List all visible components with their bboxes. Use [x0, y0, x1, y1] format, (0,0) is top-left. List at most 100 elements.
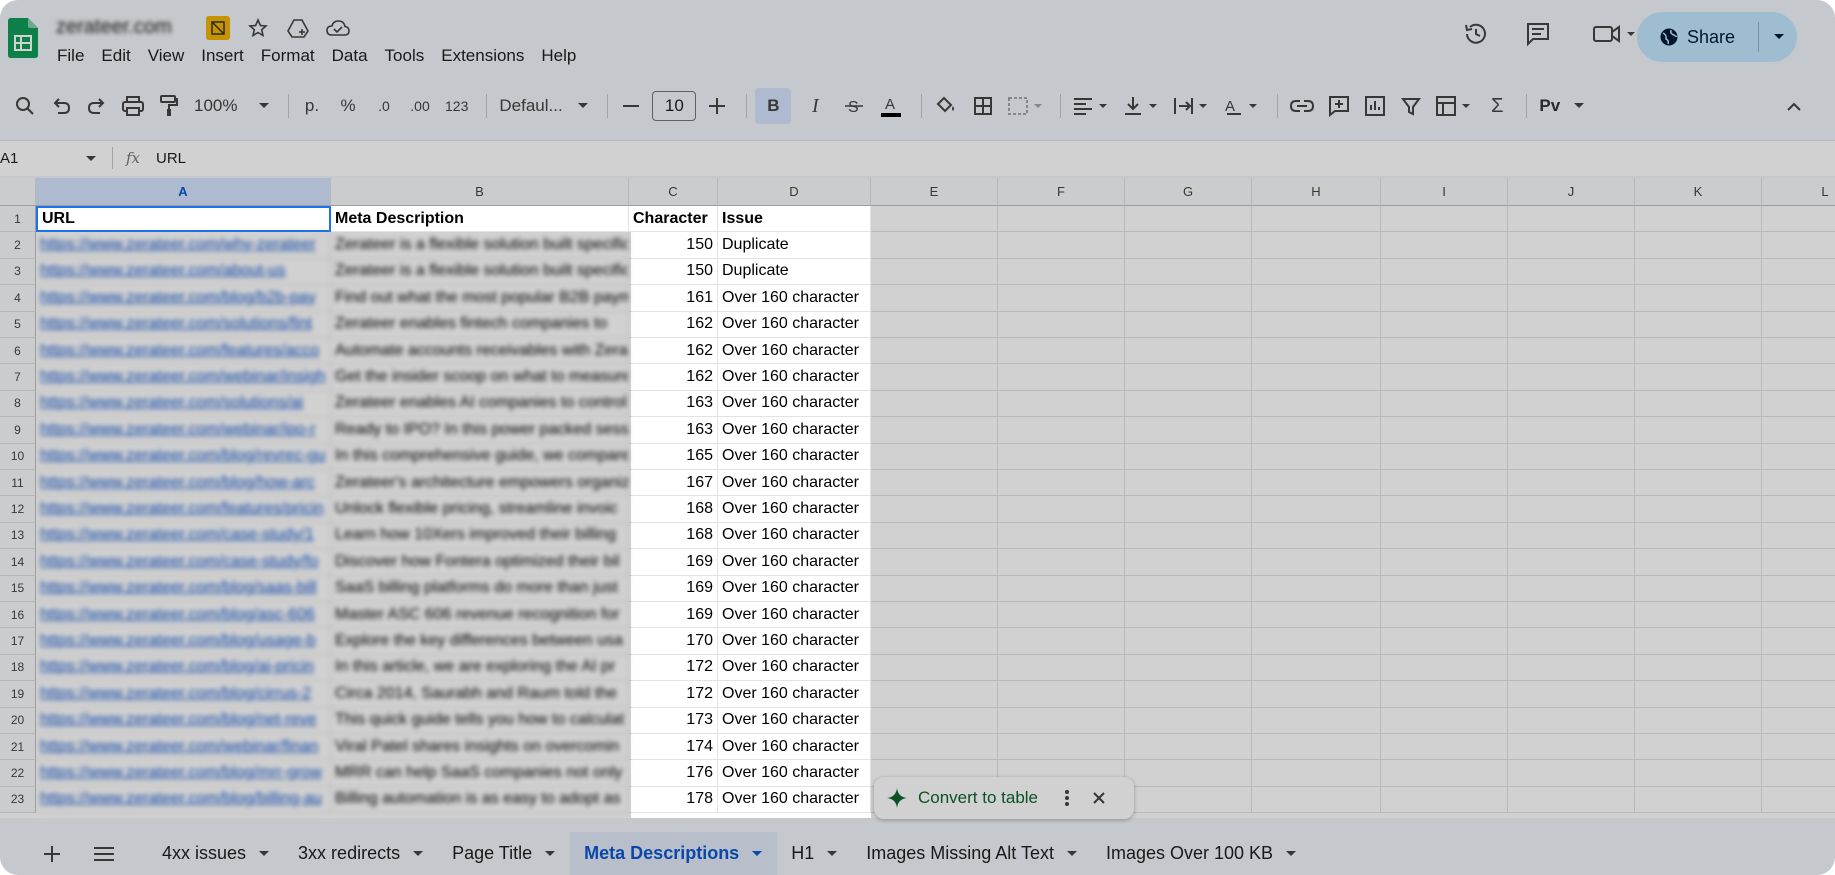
paint-format-icon[interactable]: [154, 88, 184, 124]
grid-cell[interactable]: [1381, 311, 1508, 338]
sheet-tab[interactable]: Images Missing Alt Text: [852, 832, 1092, 875]
url-cell[interactable]: https://www.zerateer.com/blog/revrec-gu: [36, 443, 331, 470]
sheet-tab[interactable]: Page Title: [438, 832, 570, 875]
column-header-l[interactable]: L: [1762, 178, 1835, 206]
format-currency-button[interactable]: р.: [297, 88, 327, 124]
grid-cell[interactable]: [871, 364, 998, 391]
character-count-cell[interactable]: 173: [629, 707, 718, 734]
spreadsheet-grid[interactable]: A B C D E F G H I J K L 1 2 3 4 5 6 7 8 9 10 11 12 13 14 15 16 17 18 1…: [0, 178, 1835, 818]
grid-cell[interactable]: [1635, 206, 1762, 233]
url-cell[interactable]: https://www.zerateer.com/blog/saas-bill: [36, 575, 331, 602]
row-header[interactable]: 5: [0, 311, 36, 338]
meta-description-cell[interactable]: Master ASC 606 revenue recognition for: [331, 602, 629, 629]
decrease-decimal-button[interactable]: .0: [369, 88, 399, 124]
grid-cell[interactable]: [1125, 654, 1252, 682]
add-sheet-icon[interactable]: [0, 832, 82, 875]
grid-cell[interactable]: [998, 258, 1125, 286]
url-cell[interactable]: https://www.zerateer.com/blog/how-arc: [36, 470, 331, 497]
grid-cell[interactable]: [1252, 258, 1381, 286]
url-cell[interactable]: https://www.zerateer.com/webinar/finan: [36, 734, 331, 761]
grid-cell[interactable]: [1381, 654, 1508, 682]
tab-menu-icon[interactable]: [258, 847, 270, 861]
tab-menu-icon[interactable]: [826, 847, 838, 861]
grid-cell[interactable]: [871, 549, 998, 576]
issue-cell[interactable]: Over 160 character: [718, 575, 871, 602]
grid-cell[interactable]: [1252, 522, 1381, 550]
grid-cell[interactable]: [1762, 681, 1835, 708]
grid-cell[interactable]: [871, 707, 998, 734]
character-count-cell[interactable]: 174: [629, 734, 718, 761]
row-header[interactable]: 8: [0, 390, 36, 418]
close-icon[interactable]: [1092, 791, 1106, 805]
grid-cell[interactable]: [998, 390, 1125, 418]
grid-cell[interactable]: [1381, 470, 1508, 497]
row-header[interactable]: 7: [0, 364, 36, 391]
character-count-cell[interactable]: 163: [629, 390, 718, 418]
grid-cell[interactable]: [998, 707, 1125, 734]
character-count-cell[interactable]: 176: [629, 760, 718, 787]
header-cell-character[interactable]: Character: [629, 206, 718, 233]
grid-cell[interactable]: [1381, 443, 1508, 470]
meta-description-cell[interactable]: In this comprehensive guide, we compare: [331, 443, 629, 470]
character-count-cell[interactable]: 169: [629, 549, 718, 576]
grid-cell[interactable]: [1762, 655, 1835, 682]
row-header[interactable]: 9: [0, 417, 36, 444]
url-cell[interactable]: https://www.zerateer.com/solutions/ai: [36, 390, 331, 418]
character-count-cell[interactable]: 162: [629, 338, 718, 365]
url-cell[interactable]: https://www.zerateer.com/webinar/ipo-r: [36, 417, 331, 444]
issue-cell[interactable]: Over 160 character: [718, 390, 871, 418]
grid-cell[interactable]: [871, 338, 998, 365]
row-header[interactable]: 13: [0, 522, 36, 550]
move-to-drive-icon[interactable]: [286, 16, 310, 40]
meta-description-cell[interactable]: SaaS billing platforms do more than just: [331, 575, 629, 602]
meta-description-cell[interactable]: Automate accounts receivables with Zerat: [331, 338, 629, 365]
row-header[interactable]: 4: [0, 285, 36, 312]
grid-cell[interactable]: [1762, 417, 1835, 444]
character-count-cell[interactable]: 168: [629, 522, 718, 550]
print-icon[interactable]: [118, 88, 148, 124]
grid-cell[interactable]: [998, 338, 1125, 365]
grid-cell[interactable]: [1762, 787, 1835, 814]
grid-cell[interactable]: [871, 522, 998, 550]
menu-tools[interactable]: Tools: [385, 46, 425, 66]
grid-cell[interactable]: [1762, 628, 1835, 655]
character-count-cell[interactable]: 162: [629, 311, 718, 338]
grid-cell[interactable]: [1635, 311, 1762, 338]
url-cell[interactable]: https://www.zerateer.com/why-zerateer: [36, 232, 331, 259]
grid-cell[interactable]: [1381, 206, 1508, 233]
bold-button[interactable]: B: [755, 88, 792, 124]
grid-cell[interactable]: [998, 364, 1125, 391]
character-count-cell[interactable]: 161: [629, 285, 718, 312]
meta-description-cell[interactable]: Learn how 10Xers improved their billing: [331, 522, 629, 550]
fill-color-icon[interactable]: [930, 88, 962, 124]
url-cell[interactable]: https://www.zerateer.com/features/acco: [36, 338, 331, 365]
tab-menu-icon[interactable]: [1066, 847, 1078, 861]
url-cell[interactable]: https://www.zerateer.com/about-us: [36, 258, 331, 286]
grid-cell[interactable]: [1381, 232, 1508, 259]
italic-button[interactable]: I: [797, 88, 833, 124]
grid-cell[interactable]: [1252, 311, 1381, 338]
grid-cell[interactable]: [998, 417, 1125, 444]
url-cell[interactable]: https://www.zerateer.com/case-study/fo: [36, 549, 331, 576]
functions-button[interactable]: Σ: [1482, 88, 1512, 124]
issue-cell[interactable]: Over 160 character: [718, 496, 871, 523]
grid-cell[interactable]: [1125, 628, 1252, 655]
text-rotation-icon[interactable]: A: [1219, 88, 1263, 124]
grid-cell[interactable]: [1252, 575, 1381, 602]
meta-description-cell[interactable]: Viral Patel shares insights on overcomin: [331, 734, 629, 761]
version-history-icon[interactable]: [1462, 20, 1490, 48]
grid-cell[interactable]: [1252, 232, 1381, 259]
grid-cell[interactable]: [1381, 338, 1508, 365]
grid-cell[interactable]: [1381, 681, 1508, 708]
meta-description-cell[interactable]: Find out what the most popular B2B payme…: [331, 285, 629, 312]
grid-cell[interactable]: [1508, 443, 1635, 470]
grid-cell[interactable]: [1252, 285, 1381, 312]
grid-cell[interactable]: [1635, 338, 1762, 365]
grid-cell[interactable]: [1125, 760, 1252, 787]
sheet-tab[interactable]: 4xx issues: [148, 832, 284, 875]
grid-cell[interactable]: [1508, 628, 1635, 655]
grid-cell[interactable]: [998, 311, 1125, 338]
character-count-cell[interactable]: 150: [629, 258, 718, 286]
grid-cell[interactable]: [871, 470, 998, 497]
sheet-tab[interactable]: H1: [777, 832, 852, 875]
